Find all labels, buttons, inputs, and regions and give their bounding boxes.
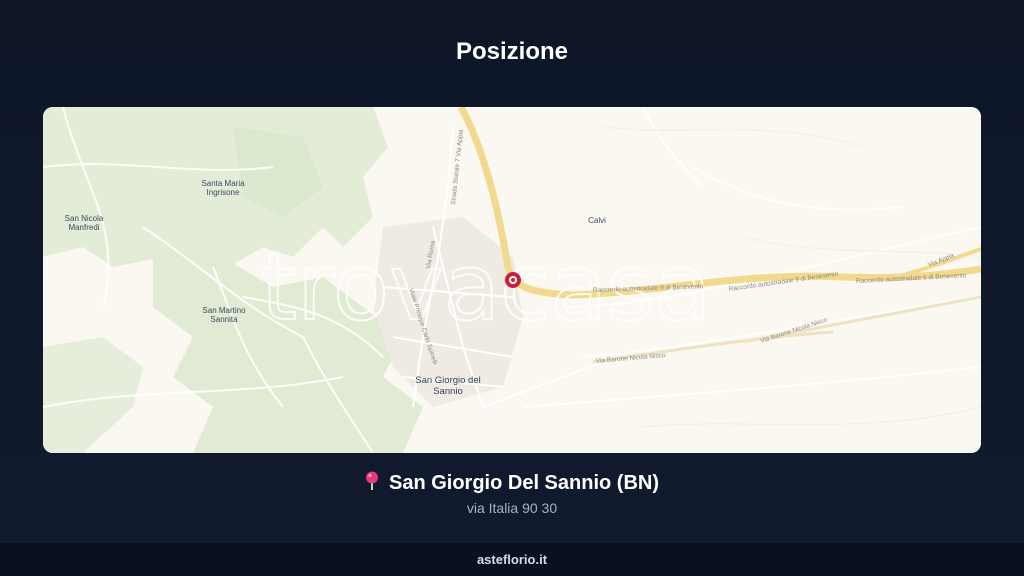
location-address: via Italia 90 30 [466, 500, 558, 516]
town-label: Sannio [433, 386, 463, 397]
place-label: San Nicola [65, 214, 104, 223]
place-label: Santa Maria [201, 179, 245, 188]
location-marker-icon[interactable] [505, 272, 521, 288]
place-label: Manfredi [68, 223, 99, 232]
place-label: Sannita [210, 315, 238, 324]
footer: asteflorio.it [0, 543, 1024, 576]
location-heading: San Giorgio Del Sannio (BN) [0, 471, 1024, 495]
footer-site[interactable]: asteflorio.it [477, 552, 547, 567]
place-label: San Martino [202, 306, 246, 315]
location-name: San Giorgio Del Sannio (BN) [388, 472, 659, 494]
map[interactable]: trovacasa Santa Maria Ingrisone San Nico… [43, 107, 981, 453]
pin-icon [365, 471, 378, 490]
town-label: San Giorgio del [415, 375, 480, 386]
place-label: Calvi [588, 216, 606, 225]
place-label: Ingrisone [207, 188, 240, 197]
page-title: Posizione [455, 38, 569, 65]
map-canvas[interactable]: trovacasa Santa Maria Ingrisone San Nico… [43, 107, 981, 453]
